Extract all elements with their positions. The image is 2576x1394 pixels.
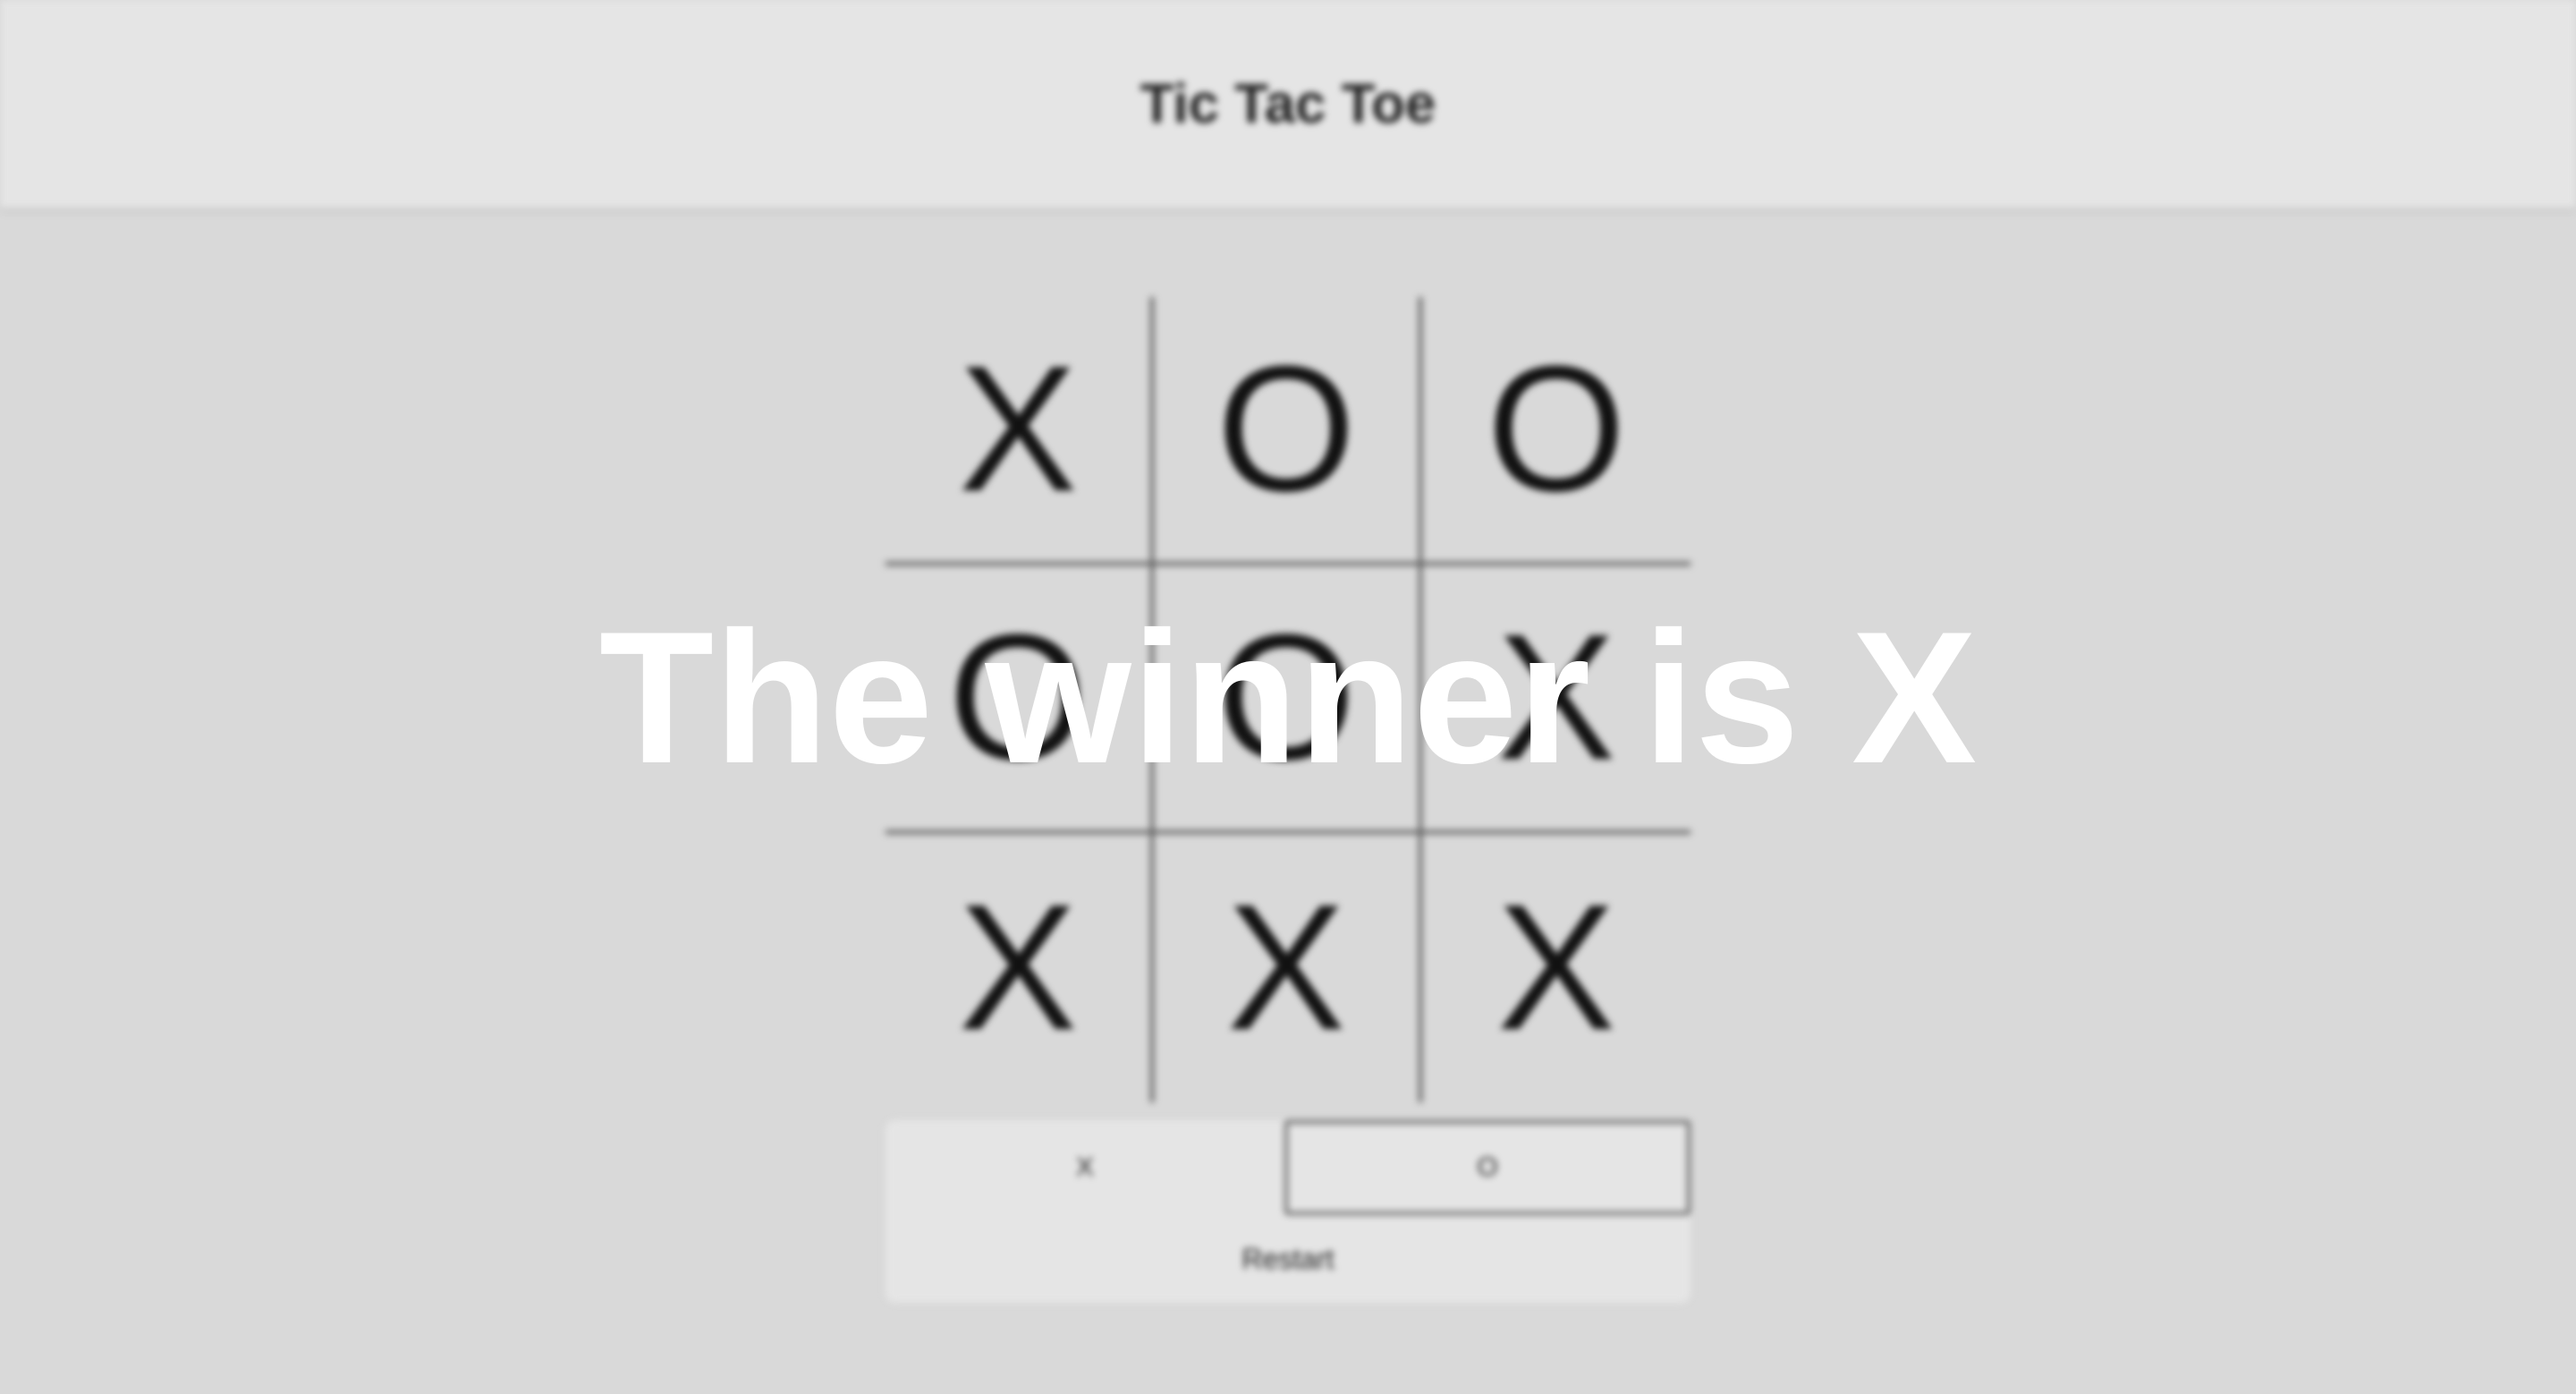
board-cell-3[interactable]: O [1422, 297, 1690, 565]
player-o-button[interactable]: O [1284, 1120, 1690, 1215]
board-cell-9[interactable]: X [1422, 834, 1690, 1102]
board-cell-8[interactable]: X [1154, 834, 1422, 1102]
board-cell-4[interactable]: O [886, 565, 1154, 834]
board-cell-1[interactable]: X [886, 297, 1154, 565]
board-cell-5[interactable]: O [1154, 565, 1422, 834]
page-title: Tic Tac Toe [1140, 72, 1436, 135]
player-selector: X O [886, 1120, 1690, 1215]
restart-button[interactable]: Restart [886, 1215, 1690, 1303]
player-x-button[interactable]: X [886, 1120, 1284, 1215]
game-controls: X O Restart [886, 1120, 1690, 1303]
tic-tac-toe-app: Tic Tac Toe X O O O O X X X X X O Restar… [0, 0, 2576, 1394]
game-board: X O O O O X X X X [886, 297, 1690, 1102]
game-screen-blurred: Tic Tac Toe X O O O O X X X X X O Restar… [0, 0, 2576, 1394]
board-cell-2[interactable]: O [1154, 297, 1422, 565]
app-header: Tic Tac Toe [0, 0, 2576, 208]
board-cell-7[interactable]: X [886, 834, 1154, 1102]
board-cell-6[interactable]: X [1422, 565, 1690, 834]
